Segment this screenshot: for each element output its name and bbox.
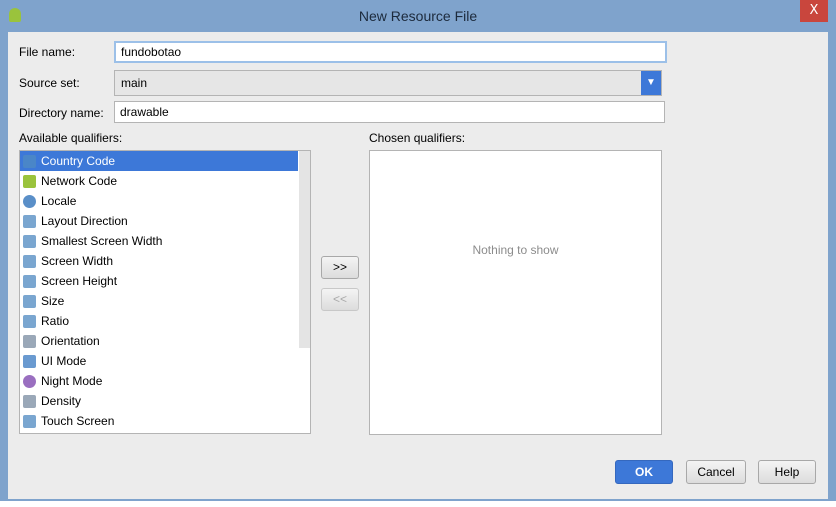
qualifier-item[interactable]: Orientation xyxy=(20,331,298,351)
qualifier-item[interactable]: Night Mode xyxy=(20,371,298,391)
qualifier-item[interactable]: Density xyxy=(20,391,298,411)
qualifier-item[interactable]: Ratio xyxy=(20,311,298,331)
directory-name-label: Directory name: xyxy=(19,106,104,120)
source-set-label: Source set: xyxy=(19,76,80,90)
scrollbar-thumb[interactable] xyxy=(299,151,310,349)
smallest-width-icon xyxy=(23,234,36,248)
density-icon xyxy=(23,394,36,408)
ratio-icon xyxy=(23,314,36,328)
file-name-label: File name: xyxy=(19,45,76,59)
qualifier-label: Touch Screen xyxy=(41,414,115,428)
cancel-button[interactable]: Cancel xyxy=(686,460,746,484)
qualifier-label: UI Mode xyxy=(41,354,87,368)
ok-button[interactable]: OK xyxy=(615,460,673,484)
screen-height-icon xyxy=(23,274,36,288)
network-code-icon xyxy=(23,174,36,188)
qualifier-item[interactable]: Smallest Screen Width xyxy=(20,231,298,251)
source-set-select[interactable]: main ▼ xyxy=(114,70,662,96)
orientation-icon xyxy=(23,334,36,348)
available-qualifiers-label: Available qualifiers: xyxy=(19,131,123,145)
chosen-qualifiers-label: Chosen qualifiers: xyxy=(369,131,466,145)
empty-text: Nothing to show xyxy=(472,243,559,257)
qualifier-item[interactable]: Locale xyxy=(20,191,298,211)
qualifier-label: Size xyxy=(41,294,65,308)
qualifier-label: Night Mode xyxy=(41,374,103,388)
qualifier-item[interactable]: Country Code xyxy=(20,151,298,171)
close-button[interactable]: X xyxy=(800,0,828,22)
qualifier-item[interactable]: Network Code xyxy=(20,171,298,191)
scrollbar[interactable] xyxy=(299,151,310,433)
qualifier-item[interactable]: Screen Height xyxy=(20,271,298,291)
qualifier-label: Density xyxy=(41,394,82,408)
qualifier-item[interactable]: Screen Width xyxy=(20,251,298,271)
qualifier-label: Ratio xyxy=(41,314,70,328)
qualifier-label: Screen Height xyxy=(41,274,118,288)
qualifier-item[interactable]: Layout Direction xyxy=(20,211,298,231)
qualifier-label: Smallest Screen Width xyxy=(41,234,163,248)
qualifier-label: Locale xyxy=(41,194,77,208)
qualifier-item[interactable]: Size xyxy=(20,291,298,311)
available-qualifiers-list[interactable]: Country Code Network Code Locale Layout Dir… xyxy=(19,150,311,434)
qualifier-label: Orientation xyxy=(41,334,100,348)
help-button[interactable]: Help xyxy=(758,460,816,484)
qualifier-label: Layout Direction xyxy=(41,214,128,228)
qualifier-label: Network Code xyxy=(41,174,118,188)
qualifier-item[interactable]: UI Mode xyxy=(20,351,298,371)
window-title: New Resource File xyxy=(358,8,478,24)
qualifier-item[interactable]: Touch Screen xyxy=(20,411,298,431)
remove-qualifier-button[interactable]: << xyxy=(321,288,359,311)
add-qualifier-button[interactable]: >> xyxy=(321,256,359,279)
country-code-icon xyxy=(23,154,36,168)
file-name-input[interactable]: fundobotao xyxy=(114,41,667,63)
chevron-down-icon[interactable]: ▼ xyxy=(641,71,661,95)
ui-mode-icon xyxy=(23,354,36,368)
chosen-qualifiers-list[interactable]: Nothing to show xyxy=(369,150,662,435)
night-mode-icon xyxy=(23,374,36,388)
globe-icon xyxy=(23,194,36,208)
directory-name-input[interactable]: drawable xyxy=(114,101,665,123)
touch-screen-icon xyxy=(23,414,36,428)
screen-width-icon xyxy=(23,254,36,268)
qualifier-label: Screen Width xyxy=(41,254,114,268)
qualifier-label: Country Code xyxy=(41,154,116,168)
size-icon xyxy=(23,294,36,308)
title-bar[interactable]: New Resource File X xyxy=(0,0,836,32)
layout-direction-icon xyxy=(23,214,36,228)
source-set-value: main xyxy=(121,76,148,90)
